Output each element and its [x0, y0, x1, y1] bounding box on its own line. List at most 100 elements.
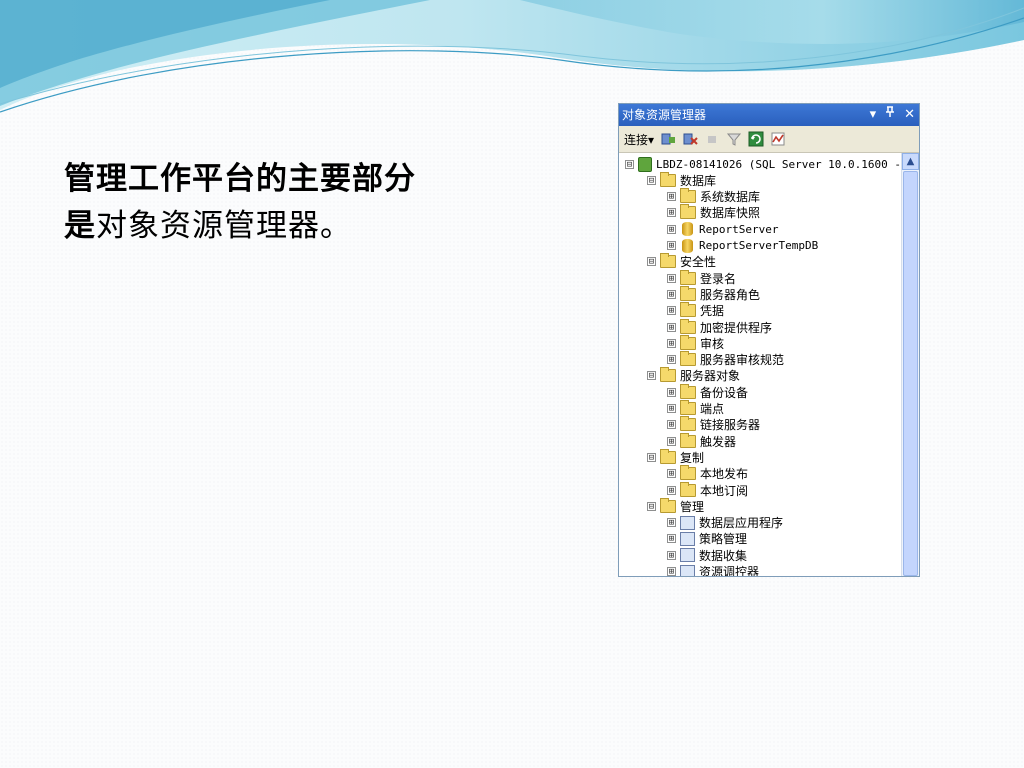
- collapse-icon[interactable]: ⊟: [647, 452, 656, 462]
- expand-icon[interactable]: ⊞: [667, 273, 676, 283]
- expand-icon[interactable]: ⊞: [667, 436, 676, 446]
- expand-icon[interactable]: ⊞: [667, 567, 676, 576]
- folder-icon: [680, 188, 696, 204]
- expand-icon[interactable]: ⊞: [667, 387, 676, 397]
- expand-icon[interactable]: ⊞: [667, 355, 676, 365]
- tree-node[interactable]: ⊟ 安全性: [647, 253, 716, 270]
- slide-line-2-rest: 对象资源管理器。: [96, 208, 352, 244]
- tree-node[interactable]: ⊞ 服务器角色: [667, 285, 760, 302]
- tree-node-label: 数据层应用程序: [699, 516, 784, 531]
- tree-node-label: 资源调控器: [699, 565, 760, 577]
- tree-node[interactable]: ⊞ ReportServer: [667, 221, 778, 237]
- tree-node[interactable]: ⊞ 策略管理: [667, 531, 747, 547]
- panel-title-icons: ▾ ✕: [870, 104, 915, 126]
- expand-icon[interactable]: ⊞: [667, 208, 676, 218]
- tree-node-label: 服务器审核规范: [700, 353, 785, 368]
- expand-icon[interactable]: ⊞: [667, 224, 676, 234]
- folder-icon: [680, 204, 696, 220]
- tree-node[interactable]: ⊟ 服务器对象: [647, 367, 740, 384]
- tree-node[interactable]: ⊟ 管理: [647, 497, 705, 514]
- expand-icon[interactable]: ⊞: [667, 485, 676, 495]
- tree-node[interactable]: ⊞ 数据层应用程序: [667, 515, 783, 531]
- tree-node[interactable]: ⊞ 本地订阅: [667, 481, 749, 498]
- scrollbar-thumb[interactable]: [903, 171, 918, 576]
- tree-node[interactable]: ⊟ LBDZ-08141026 (SQL Server 10.0.1600 -: [625, 156, 901, 172]
- panel-titlebar: 对象资源管理器 ▾ ✕: [619, 104, 919, 126]
- dropdown-icon[interactable]: ▾: [870, 104, 877, 126]
- tree-node[interactable]: ⊟ 数据库: [647, 171, 716, 188]
- data-collection-icon: [680, 548, 695, 563]
- folder-icon: [660, 367, 676, 383]
- tree-node[interactable]: ⊞ 备份设备: [667, 383, 749, 400]
- slide-line-2: 是对象资源管理器。: [64, 203, 504, 250]
- panel-title: 对象资源管理器: [622, 108, 707, 122]
- tree-node[interactable]: ⊞ 系统数据库: [667, 188, 760, 205]
- tree-node-label: 触发器: [700, 434, 737, 449]
- collapse-icon[interactable]: ⊟: [647, 257, 656, 267]
- folder-icon: [680, 383, 696, 399]
- expand-icon[interactable]: ⊞: [667, 322, 676, 332]
- activity-monitor-icon[interactable]: [770, 131, 786, 147]
- expand-icon[interactable]: ⊞: [667, 306, 676, 316]
- connect-button[interactable]: 连接▾: [624, 131, 654, 148]
- object-explorer-panel: 对象资源管理器 ▾ ✕ 连接▾ ⊟ LBDZ-08141026 (SQL Ser…: [618, 103, 920, 577]
- slide-body-text: 管理工作平台的主要部分 是对象资源管理器。: [64, 156, 504, 250]
- folder-icon: [680, 400, 696, 415]
- connect-object-explorer-icon[interactable]: [660, 131, 676, 147]
- collapse-icon[interactable]: ⊟: [647, 501, 656, 511]
- expand-icon[interactable]: ⊞: [667, 404, 676, 414]
- folder-icon: [680, 351, 696, 367]
- collapse-icon[interactable]: ⊟: [647, 371, 656, 381]
- expand-icon[interactable]: ⊞: [667, 534, 676, 544]
- chevron-down-icon: ▾: [648, 132, 655, 147]
- tree-node[interactable]: ⊞ 加密提供程序: [667, 318, 772, 335]
- expand-icon[interactable]: ⊞: [667, 518, 676, 528]
- expand-icon[interactable]: ⊞: [667, 192, 676, 202]
- folder-icon: [680, 318, 696, 334]
- stop-icon[interactable]: [704, 131, 720, 147]
- filter-icon[interactable]: [726, 131, 742, 147]
- scroll-up-icon[interactable]: ▲: [902, 153, 919, 170]
- tree-node[interactable]: ⊞ 链接服务器: [667, 416, 760, 433]
- expand-icon[interactable]: ⊞: [667, 338, 676, 348]
- expand-icon[interactable]: ⊞: [667, 550, 676, 560]
- close-icon[interactable]: ✕: [904, 104, 915, 126]
- tree-node[interactable]: ⊞ 审核: [667, 334, 724, 351]
- folder-icon: [680, 481, 696, 497]
- tree-node[interactable]: ⊞ 服务器审核规范: [667, 351, 785, 368]
- disconnect-icon[interactable]: [682, 131, 698, 147]
- tree-node-label: 策略管理: [699, 532, 748, 547]
- tree-node-label: ReportServer: [699, 222, 779, 236]
- tree-node[interactable]: ⊞ 数据库快照: [667, 204, 760, 221]
- tree-node[interactable]: ⊞ 数据收集: [667, 547, 747, 563]
- pin-icon[interactable]: [885, 104, 895, 126]
- tree-node-label: 管理: [680, 499, 705, 514]
- refresh-icon[interactable]: [748, 131, 764, 147]
- expand-icon[interactable]: ⊞: [667, 469, 676, 479]
- collapse-icon[interactable]: ⊟: [647, 175, 656, 185]
- tree-node-label: 复制: [680, 450, 705, 465]
- tree-node[interactable]: ⊞ 本地发布: [667, 465, 748, 482]
- tree-node-label: 本地订阅: [700, 483, 749, 498]
- expand-icon[interactable]: ⊞: [667, 241, 676, 251]
- folder-icon: [680, 334, 696, 350]
- tree-node[interactable]: ⊞ ReportServerTempDB: [667, 238, 818, 254]
- tree-node-label: ReportServerTempDB: [699, 239, 819, 252]
- slide-line-2-bold: 是: [64, 208, 96, 244]
- tree-node[interactable]: ⊞ 端点: [667, 400, 724, 417]
- tree-node[interactable]: ⊟ 复制: [647, 448, 705, 465]
- tree-node[interactable]: ⊞ 登录名: [667, 269, 736, 286]
- tree-node[interactable]: ⊞ 资源调控器: [667, 564, 760, 577]
- collapse-icon[interactable]: ⊟: [625, 159, 634, 169]
- folder-icon: [680, 285, 696, 301]
- tree-node-label: 数据收集: [699, 548, 748, 563]
- expand-icon[interactable]: ⊞: [667, 289, 676, 299]
- folder-icon: [680, 416, 696, 432]
- vertical-scrollbar[interactable]: ▲: [901, 153, 919, 576]
- folder-icon: [660, 448, 676, 464]
- wave-decoration: [0, 0, 1024, 113]
- tree-node[interactable]: ⊞ 凭据: [667, 302, 724, 319]
- tree-node[interactable]: ⊞ 触发器: [667, 432, 737, 449]
- expand-icon[interactable]: ⊞: [667, 420, 676, 430]
- tree-node-label: 备份设备: [700, 385, 749, 400]
